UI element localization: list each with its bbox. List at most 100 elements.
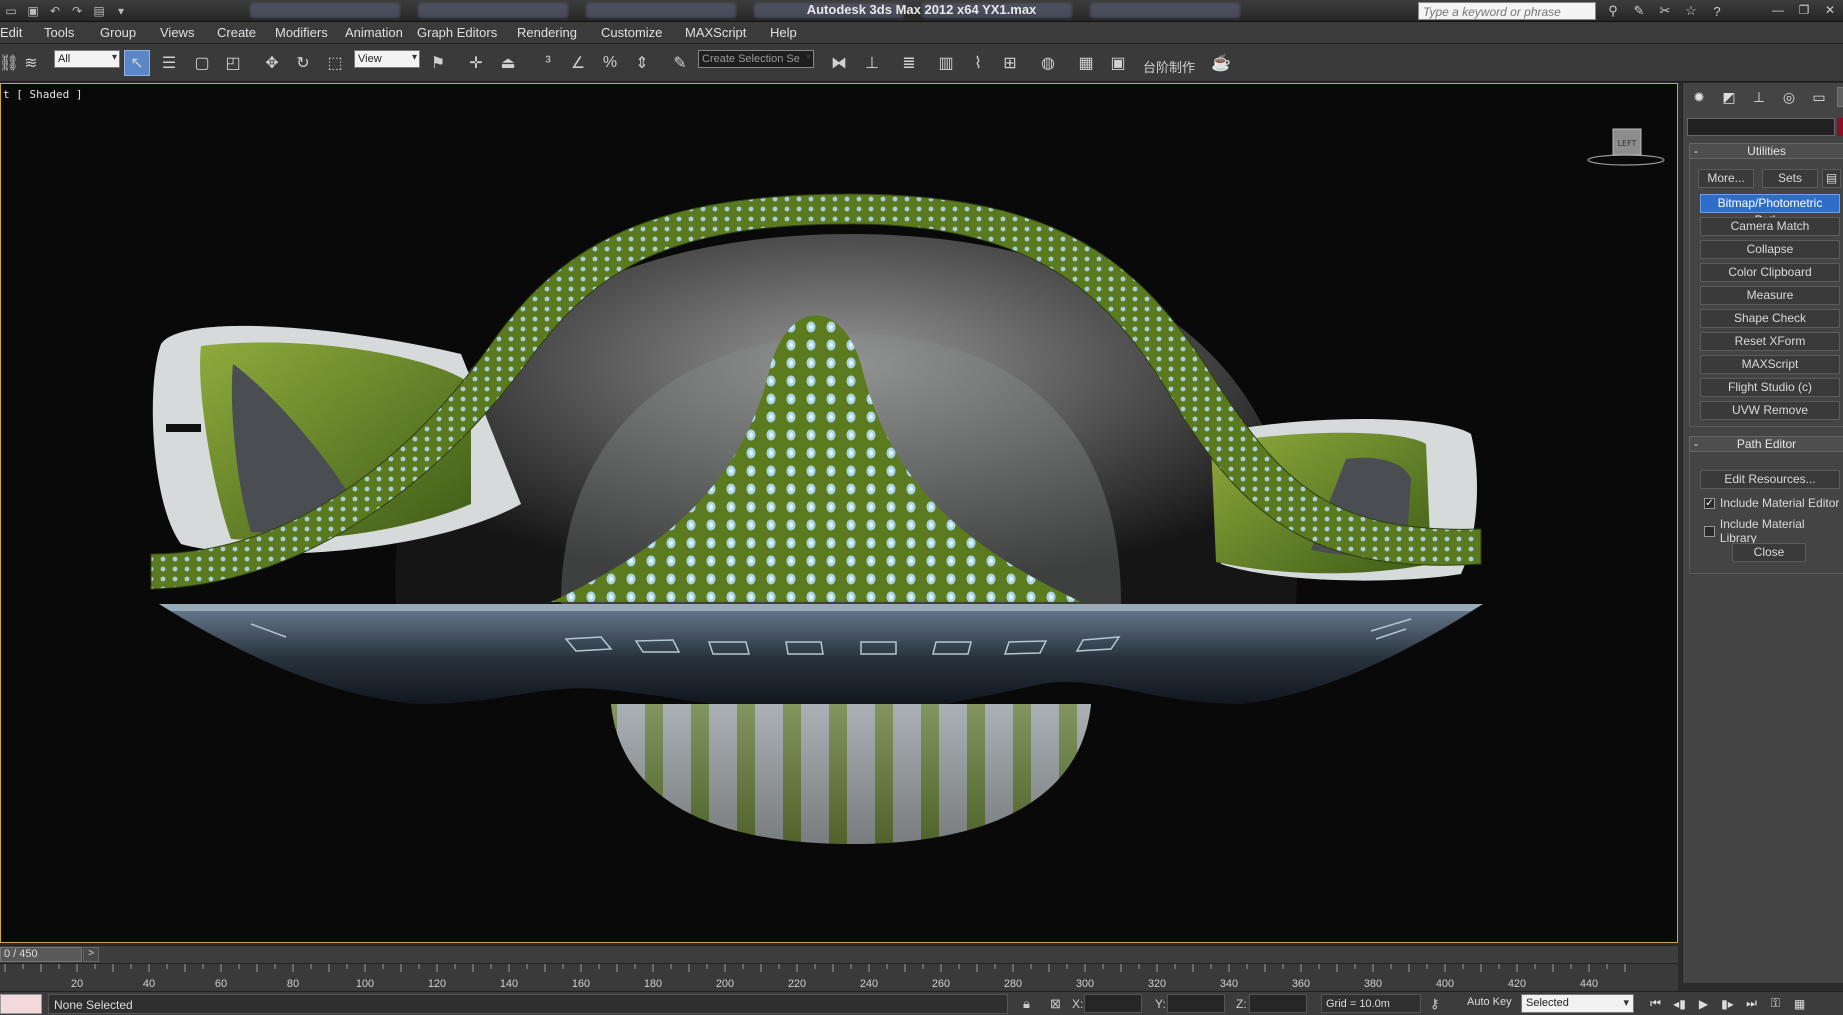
curve-editor-icon[interactable]: ⌇ — [965, 50, 991, 76]
select-and-rotate-icon[interactable]: ↻ — [290, 50, 316, 76]
menu-group[interactable]: Group — [100, 25, 150, 40]
y-coordinate-field[interactable] — [1167, 994, 1225, 1013]
align-icon[interactable]: ⊥ — [859, 50, 885, 76]
layer-manager-icon[interactable]: ≣ — [896, 50, 922, 76]
create-tab-icon[interactable]: ✹ — [1687, 87, 1711, 107]
absolute-mode-transform-icon[interactable]: ⊠ — [1050, 996, 1061, 1012]
perspective-viewport[interactable]: t [ Shaded ] LEFT — [0, 83, 1678, 943]
hierarchy-tab-icon[interactable]: ⊥ — [1747, 87, 1771, 107]
menu-maxscript[interactable]: MAXScript — [685, 25, 760, 40]
undo-icon[interactable]: ↶ — [46, 2, 64, 19]
graphite-ribbon-icon[interactable]: ▥ — [933, 50, 959, 76]
reference-coordinate-dropdown[interactable]: View — [354, 50, 420, 68]
minimize-icon[interactable]: — — [1767, 1, 1789, 19]
spinner-snap-icon[interactable]: ⇕ — [629, 50, 655, 76]
key-filter-dropdown[interactable]: Selected — [1521, 994, 1634, 1013]
communication-icon[interactable]: ✂ — [1656, 2, 1674, 20]
select-object-icon[interactable]: ↖ — [124, 50, 150, 76]
time-slider-thumb[interactable]: 0 / 450 — [0, 947, 82, 962]
set-key-icon[interactable]: ⚷ — [1430, 996, 1440, 1012]
keyword-search-input[interactable]: Type a keyword or phrase — [1418, 2, 1596, 20]
mirror-icon[interactable]: ⧓ — [826, 50, 852, 76]
open-file-icon[interactable]: ▭ — [2, 2, 20, 19]
snaps-toggle-icon[interactable]: ³ — [535, 50, 561, 76]
previous-frame-icon[interactable]: ◂▮ — [1669, 994, 1690, 1013]
menu-animation[interactable]: Animation — [345, 25, 417, 40]
percent-snap-icon[interactable]: % — [597, 50, 623, 76]
track-bar[interactable]: 20 40 60 80 100 120 140 160 180 200 220 240 260 280 30… — [0, 963, 1678, 991]
time-configuration-icon[interactable]: ▦ — [1789, 994, 1810, 1013]
maxscript-listener-mini[interactable] — [0, 994, 42, 1014]
rectangular-selection-icon[interactable]: ▢ — [189, 50, 215, 76]
edit-resources-button[interactable]: Edit Resources... — [1700, 470, 1840, 489]
material-editor-icon[interactable]: ◍ — [1035, 50, 1061, 76]
render-setup-icon[interactable]: ▦ — [1073, 50, 1099, 76]
restore-icon[interactable]: ❐ — [1793, 1, 1815, 19]
utility-button-color-clipboard[interactable]: Color Clipboard — [1700, 263, 1840, 282]
binoculars-icon[interactable]: ⚲ — [1604, 2, 1622, 20]
schematic-view-icon[interactable]: ⊞ — [997, 50, 1023, 76]
motion-tab-icon[interactable]: ◎ — [1777, 87, 1801, 107]
custom-script-label[interactable]: 台阶制作 — [1143, 57, 1195, 76]
select-and-scale-icon[interactable]: ⬚ — [322, 50, 348, 76]
keyboard-shortcut-override-icon[interactable]: ⏏ — [495, 50, 521, 76]
utility-button-flight-studio[interactable]: Flight Studio (c) — [1700, 378, 1840, 397]
select-and-move-icon[interactable]: ✥ — [259, 50, 285, 76]
close-button[interactable]: Close — [1732, 543, 1806, 562]
edit-named-selection-icon[interactable]: ✎ — [667, 50, 693, 76]
path-editor-rollout-header[interactable]: - Path Editor — [1689, 436, 1843, 452]
play-icon[interactable]: ▶ — [1693, 994, 1714, 1013]
selection-filter-dropdown[interactable]: All — [54, 50, 120, 68]
x-coordinate-field[interactable] — [1084, 994, 1142, 1013]
utility-button-reset-xform[interactable]: Reset XForm — [1700, 332, 1840, 351]
menu-customize[interactable]: Customize — [601, 25, 676, 40]
menu-modifiers[interactable]: Modifiers — [275, 25, 342, 40]
window-crossing-icon[interactable]: ◰ — [220, 50, 246, 76]
more-button[interactable]: More... — [1698, 169, 1754, 188]
go-to-end-icon[interactable]: ⏭ — [1741, 994, 1762, 1013]
time-slider[interactable]: 0 / 450 > — [0, 945, 1678, 963]
display-tab-icon[interactable]: ▭ — [1807, 87, 1831, 107]
redo-icon[interactable]: ↷ — [68, 2, 86, 19]
utility-button-uvw-remove[interactable]: UVW Remove — [1700, 401, 1840, 420]
favorites-star-icon[interactable]: ☆ — [1682, 2, 1700, 20]
save-file-icon[interactable]: ▣ — [24, 2, 42, 19]
go-to-start-icon[interactable]: ⏮ — [1645, 994, 1666, 1013]
next-frame-icon[interactable]: ▮▸ — [1717, 994, 1738, 1013]
rendered-frame-window-icon[interactable]: ▣ — [1105, 50, 1131, 76]
bind-space-warp-icon[interactable]: ≋ — [18, 50, 44, 76]
utility-button-camera-match[interactable]: Camera Match — [1700, 217, 1840, 236]
select-manipulate-icon[interactable]: ✛ — [463, 50, 489, 76]
menu-graph-editors[interactable]: Graph Editors — [417, 25, 511, 40]
auto-key-button[interactable]: Auto Key — [1467, 996, 1512, 1008]
subscription-icon[interactable]: ✎ — [1630, 2, 1648, 20]
menu-rendering[interactable]: Rendering — [517, 25, 591, 40]
select-by-name-icon[interactable]: ☰ — [156, 50, 182, 76]
include-material-editor-checkbox[interactable]: ✓ Include Material Editor — [1704, 496, 1839, 510]
angle-snap-icon[interactable]: ∠ — [565, 50, 591, 76]
help-icon[interactable]: ? — [1708, 2, 1726, 20]
menu-tools[interactable]: Tools — [44, 25, 88, 40]
menu-edit[interactable]: Edit — [0, 25, 36, 40]
close-window-icon[interactable]: ✕ — [1819, 1, 1841, 19]
dropdown-arrow-icon[interactable]: ▾ — [112, 2, 130, 19]
utility-button-collapse[interactable]: Collapse — [1700, 240, 1840, 259]
menu-help[interactable]: Help — [770, 25, 811, 40]
next-frame-button[interactable]: > — [83, 947, 99, 962]
pivot-center-icon[interactable]: ⚑ — [425, 50, 451, 76]
selection-lock-icon[interactable]: 🔒︎ — [1023, 996, 1030, 1012]
object-color-swatch[interactable] — [1837, 118, 1843, 136]
z-coordinate-field[interactable] — [1249, 994, 1307, 1013]
menu-create[interactable]: Create — [217, 25, 270, 40]
utility-button-maxscript[interactable]: MAXScript — [1700, 355, 1840, 374]
project-folder-icon[interactable]: ▤ — [90, 2, 108, 19]
modify-tab-icon[interactable]: ◩ — [1717, 87, 1741, 107]
include-material-library-checkbox[interactable]: Include Material Library — [1704, 517, 1843, 545]
utility-button-bitmap-photometric-paths[interactable]: Bitmap/Photometric Paths — [1700, 194, 1840, 227]
utility-button-measure[interactable]: Measure — [1700, 286, 1840, 305]
menu-views[interactable]: Views — [160, 25, 208, 40]
named-selection-set-dropdown[interactable]: Create Selection Se — [698, 50, 814, 68]
utilities-tab-icon[interactable]: ⚒ — [1837, 87, 1843, 107]
utilities-rollout-header[interactable]: - Utilities — [1689, 143, 1843, 159]
render-production-teapot-icon[interactable]: ☕ — [1208, 50, 1234, 76]
